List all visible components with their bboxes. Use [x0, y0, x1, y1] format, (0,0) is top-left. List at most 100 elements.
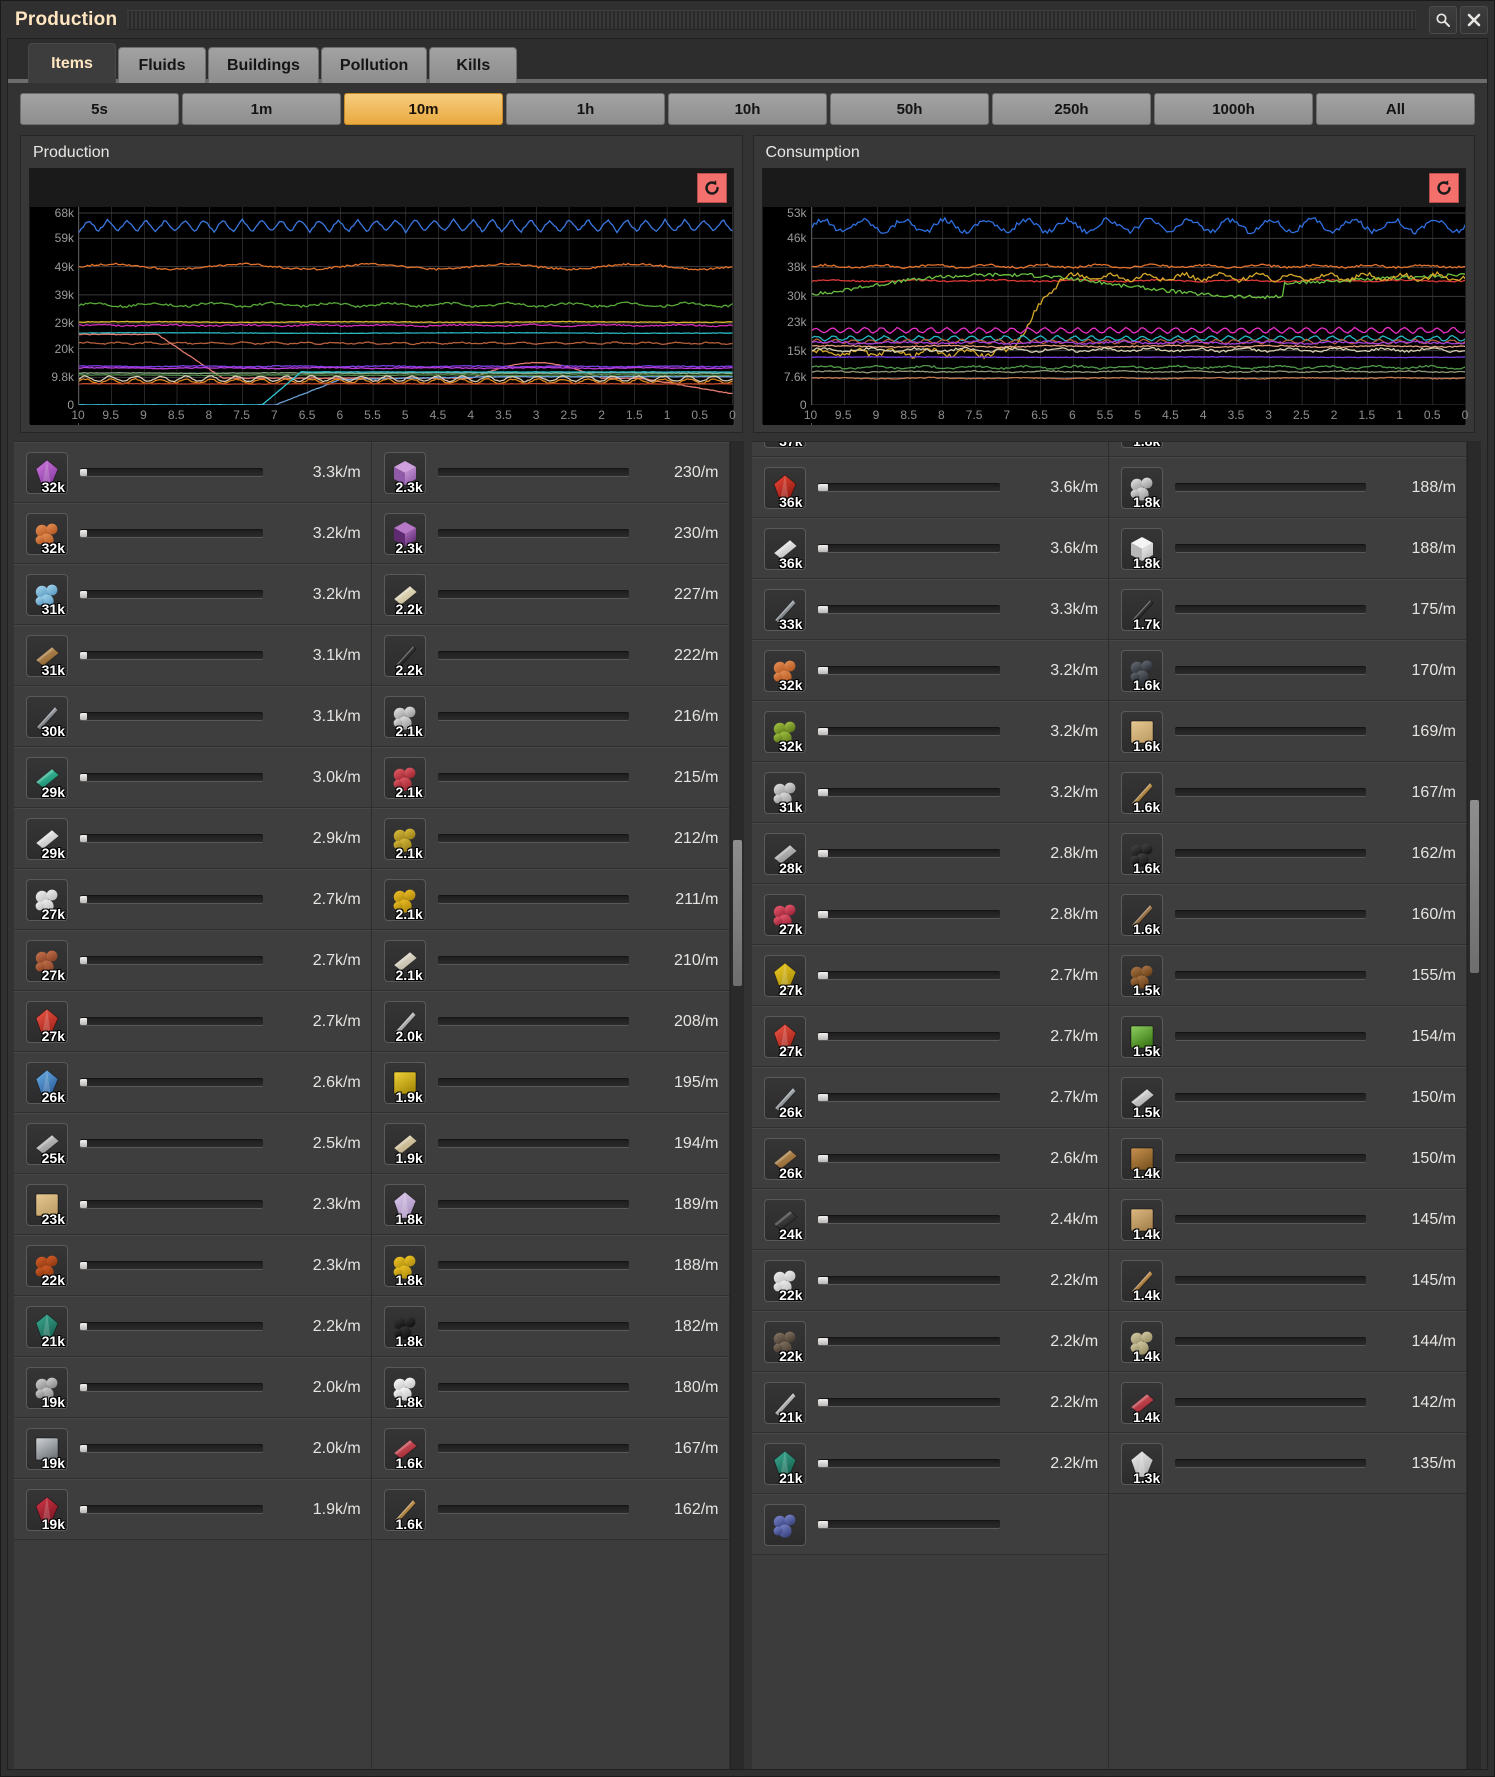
table-row[interactable]: 2.2k 222/m — [371, 625, 729, 686]
table-row[interactable]: 36k 3.6k/m — [751, 457, 1109, 518]
table-row[interactable]: 32k 3.3k/m — [14, 442, 371, 503]
consumption-item-slot[interactable]: 27k — [763, 1015, 806, 1059]
consumption-item-slot[interactable]: 26k — [763, 1137, 806, 1181]
item-progress-bar[interactable] — [1175, 727, 1366, 736]
window-drag-handle[interactable] — [127, 9, 1416, 30]
item-progress-bar[interactable] — [817, 1154, 1001, 1163]
item-progress-bar[interactable] — [1175, 1337, 1366, 1346]
production-item-slot[interactable]: 26k — [26, 1061, 68, 1105]
production-item-slot[interactable]: 19k — [26, 1366, 68, 1410]
consumption-item-slot[interactable]: 21k — [763, 1442, 806, 1486]
tab-pollution[interactable]: Pollution — [320, 47, 428, 83]
consumption-reset-button[interactable] — [1429, 173, 1459, 203]
item-progress-bar[interactable] — [80, 1261, 263, 1270]
item-progress-bar[interactable] — [437, 1078, 629, 1087]
table-row[interactable]: 27k 2.7k/m — [14, 991, 371, 1052]
table-row[interactable]: 1.9k 194/m — [371, 1113, 729, 1174]
table-row[interactable]: 1.4k 144/m — [1109, 1311, 1466, 1372]
consumption-item-slot[interactable]: 1.6k — [1121, 832, 1164, 876]
table-row[interactable]: 22k 2.2k/m — [751, 1250, 1109, 1311]
item-progress-bar[interactable] — [437, 773, 629, 782]
item-progress-bar[interactable] — [1175, 1459, 1366, 1468]
consumption-item-slot[interactable]: 36k — [763, 466, 806, 510]
consumption-item-slot[interactable]: 24k — [763, 1198, 806, 1242]
production-item-slot[interactable]: 2.2k — [383, 634, 426, 678]
table-row[interactable]: 2.0k 208/m — [371, 991, 729, 1052]
production-item-slot[interactable]: 2.1k — [383, 756, 426, 800]
item-progress-bar[interactable] — [80, 956, 263, 965]
production-item-slot[interactable]: 32k — [26, 451, 68, 495]
table-row[interactable]: 29k 3.0k/m — [14, 747, 371, 808]
table-row[interactable]: 2.1k 210/m — [371, 930, 729, 991]
item-progress-bar[interactable] — [80, 834, 263, 843]
time-range-250h[interactable]: 250h — [992, 93, 1151, 125]
table-row[interactable]: 36k 3.6k/m — [751, 518, 1109, 579]
item-progress-bar[interactable] — [80, 590, 263, 599]
item-progress-bar[interactable] — [80, 1200, 263, 1209]
table-row[interactable]: 2.3k 230/m — [371, 503, 729, 564]
consumption-item-slot[interactable]: 1.4k — [1121, 1320, 1164, 1364]
production-item-slot[interactable]: 23k — [26, 1183, 68, 1227]
item-progress-bar[interactable] — [80, 1139, 263, 1148]
consumption-scrollbar[interactable] — [1467, 442, 1481, 1769]
item-progress-bar[interactable] — [437, 1444, 629, 1453]
item-progress-bar[interactable] — [80, 773, 263, 782]
table-row[interactable]: 2.2k 227/m — [371, 564, 729, 625]
consumption-item-slot[interactable]: 1.6k — [1121, 649, 1164, 693]
item-progress-bar[interactable] — [437, 1383, 629, 1392]
tab-items[interactable]: Items — [28, 43, 116, 83]
time-range-5s[interactable]: 5s — [20, 93, 179, 125]
table-row[interactable]: 19k 1.9k/m — [14, 1479, 371, 1540]
production-item-slot[interactable]: 1.9k — [383, 1122, 426, 1166]
table-row[interactable]: 1.5k 155/m — [1109, 945, 1466, 1006]
item-progress-bar[interactable] — [817, 1093, 1001, 1102]
table-row[interactable]: 1.6k 170/m — [1109, 640, 1466, 701]
table-row[interactable]: 30k 3.1k/m — [14, 686, 371, 747]
consumption-item-slot[interactable]: 21k — [763, 1381, 806, 1425]
item-progress-bar[interactable] — [817, 1459, 1001, 1468]
production-item-slot[interactable]: 2.1k — [383, 817, 426, 861]
table-row[interactable]: 27k 2.7k/m — [14, 869, 371, 930]
close-button[interactable] — [1460, 5, 1488, 34]
item-progress-bar[interactable] — [1175, 483, 1366, 492]
table-row[interactable]: 1.6k 162/m — [1109, 823, 1466, 884]
tab-buildings[interactable]: Buildings — [208, 47, 319, 83]
item-progress-bar[interactable] — [437, 651, 629, 660]
production-item-slot[interactable]: 27k — [26, 939, 68, 983]
consumption-item-slot[interactable]: 1.8k — [1121, 527, 1164, 571]
time-range-1h[interactable]: 1h — [506, 93, 665, 125]
table-row[interactable]: 2.1k 215/m — [371, 747, 729, 808]
production-scroll-thumb[interactable] — [732, 840, 742, 987]
table-row[interactable]: 1.8k 182/m — [371, 1296, 729, 1357]
consumption-item-slot[interactable]: 32k — [763, 710, 806, 754]
table-row[interactable]: 1.4k 145/m — [1109, 1250, 1466, 1311]
table-row[interactable]: 1.8k 189/m — [371, 1174, 729, 1235]
item-progress-bar[interactable] — [437, 956, 629, 965]
table-row[interactable]: 31k 3.2k/m — [751, 762, 1109, 823]
consumption-item-slot[interactable]: 36k — [763, 527, 806, 571]
consumption-plot-area[interactable]: 53k 46k 38k 30k 23k 15k 7.6k 0 — [762, 206, 1465, 425]
consumption-item-slot[interactable]: 1.6k — [1121, 710, 1164, 754]
item-progress-bar[interactable] — [817, 971, 1001, 980]
table-row[interactable]: 22k 2.2k/m — [751, 1311, 1109, 1372]
table-row[interactable]: 19k 2.0k/m — [14, 1418, 371, 1479]
production-item-slot[interactable]: 2.3k — [383, 451, 426, 495]
table-row[interactable]: 28k 2.8k/m — [751, 823, 1109, 884]
table-row[interactable]: 37k — [751, 442, 1109, 457]
table-row[interactable]: 24k 2.4k/m — [751, 1189, 1109, 1250]
production-item-slot[interactable]: 1.8k — [383, 1305, 426, 1349]
time-range-10m[interactable]: 10m — [344, 93, 503, 125]
item-progress-bar[interactable] — [437, 1261, 629, 1270]
consumption-item-slot[interactable]: 27k — [763, 954, 806, 998]
consumption-item-slot[interactable]: 1.5k — [1121, 1015, 1164, 1059]
consumption-item-slot[interactable]: 22k — [763, 1259, 806, 1303]
consumption-item-slot[interactable]: 32k — [763, 649, 806, 693]
item-progress-bar[interactable] — [437, 1017, 629, 1026]
consumption-item-slot[interactable]: 1.4k — [1121, 1259, 1164, 1303]
item-progress-bar[interactable] — [437, 468, 629, 477]
item-progress-bar[interactable] — [817, 849, 1001, 858]
item-progress-bar[interactable] — [1175, 1276, 1366, 1285]
consumption-item-slot[interactable]: 27k — [763, 893, 806, 937]
production-item-slot[interactable]: 2.3k — [383, 512, 426, 556]
table-row[interactable]: 1.6k 162/m — [371, 1479, 729, 1540]
